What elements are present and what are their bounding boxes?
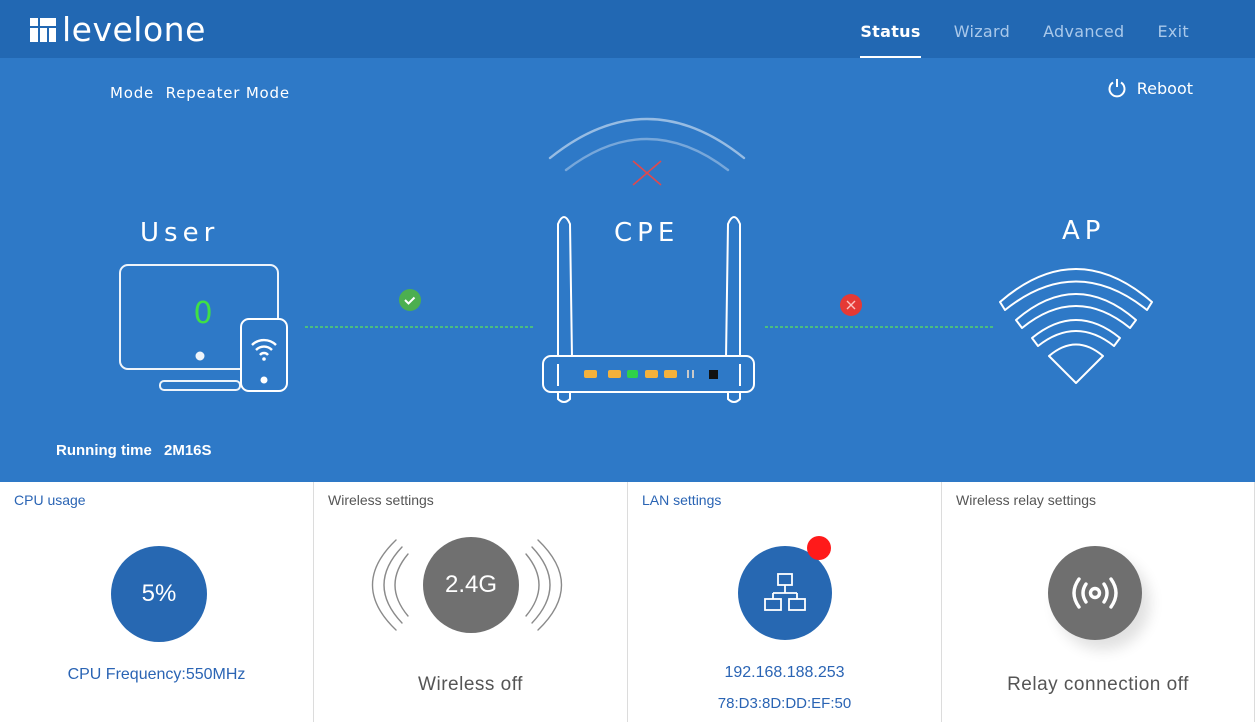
- topology-diagram: [119, 117, 1153, 403]
- broadcast-icon: [1072, 577, 1118, 609]
- nav-advanced[interactable]: Advanced: [1043, 0, 1124, 58]
- lan-notification-dot: [807, 536, 831, 560]
- settings-panels: CPU usage 5% CPU Frequency:550MHz Wirele…: [0, 482, 1255, 722]
- relay-toggle-button[interactable]: [1048, 546, 1142, 640]
- wireless-relay-title: Wireless relay settings: [956, 492, 1097, 508]
- cpe-signal-error-icon: [632, 160, 662, 186]
- lan-settings-panel[interactable]: LAN settings 192.168.188.253 78:D3:8D:DD…: [628, 482, 942, 722]
- reboot-label: Reboot: [1136, 78, 1193, 98]
- mode-value: Repeater Mode: [165, 84, 290, 102]
- user-label: User: [140, 218, 220, 248]
- lan-ip-address: 192.168.188.253: [724, 664, 845, 681]
- running-time-value: 2M16S: [164, 442, 212, 459]
- lan-network-button[interactable]: [738, 546, 832, 640]
- wireless-settings-title: Wireless settings: [328, 492, 434, 508]
- cpu-usage-panel: CPU usage 5% CPU Frequency:550MHz: [0, 482, 314, 722]
- ap-link-error-icon: [840, 294, 862, 316]
- lan-mac-address: 78:D3:8D:DD:EF:50: [717, 695, 852, 712]
- cpu-usage-value: 5%: [141, 580, 177, 607]
- running-time-label: Running time: [56, 442, 152, 459]
- cpu-frequency: CPU Frequency:550MHz: [67, 666, 246, 683]
- mode-indicator: Mode Repeater Mode: [110, 84, 290, 102]
- brand-logo: levelone: [30, 10, 206, 49]
- phone-icon: [240, 318, 288, 392]
- wireless-band-label: 2.4G: [444, 571, 498, 598]
- top-navigation-bar: levelone Status Wizard Advanced Exit: [0, 0, 1255, 58]
- mode-label: Mode: [110, 84, 155, 102]
- main-nav: Status Wizard Advanced Exit: [827, 0, 1189, 58]
- power-icon: [1108, 79, 1126, 98]
- wireless-band-badge[interactable]: 2.4G: [423, 537, 519, 633]
- lan-settings-title: LAN settings: [642, 492, 722, 508]
- cpu-usage-title: CPU usage: [14, 492, 86, 508]
- nav-wizard[interactable]: Wizard: [954, 0, 1010, 58]
- ap-label: AP: [1062, 216, 1106, 246]
- nav-exit[interactable]: Exit: [1158, 0, 1190, 58]
- cpe-signal-icon: [548, 117, 746, 172]
- nav-status[interactable]: Status: [860, 0, 922, 58]
- user-link-ok-icon: [399, 289, 421, 311]
- cpe-label: CPE: [614, 218, 680, 248]
- ap-wifi-icon: [999, 268, 1153, 384]
- network-topology-icon: [764, 573, 806, 611]
- logo-icon: [30, 18, 56, 42]
- running-time: Running time 2M16S: [56, 442, 212, 459]
- brand-name: levelone: [62, 10, 206, 49]
- reboot-button[interactable]: Reboot: [1107, 78, 1193, 98]
- wireless-settings-panel[interactable]: Wireless settings 2.4G Wireless off: [314, 482, 628, 722]
- relay-status: Relay connection off: [1007, 674, 1189, 695]
- status-overview: Mode Repeater Mode Reboot User CPE AP 0 …: [0, 58, 1255, 482]
- wireless-status: Wireless off: [418, 674, 523, 695]
- cpu-usage-gauge: 5%: [111, 546, 207, 642]
- wireless-relay-panel[interactable]: Wireless relay settings Relay connection…: [942, 482, 1255, 722]
- connected-user-count: 0: [193, 296, 213, 331]
